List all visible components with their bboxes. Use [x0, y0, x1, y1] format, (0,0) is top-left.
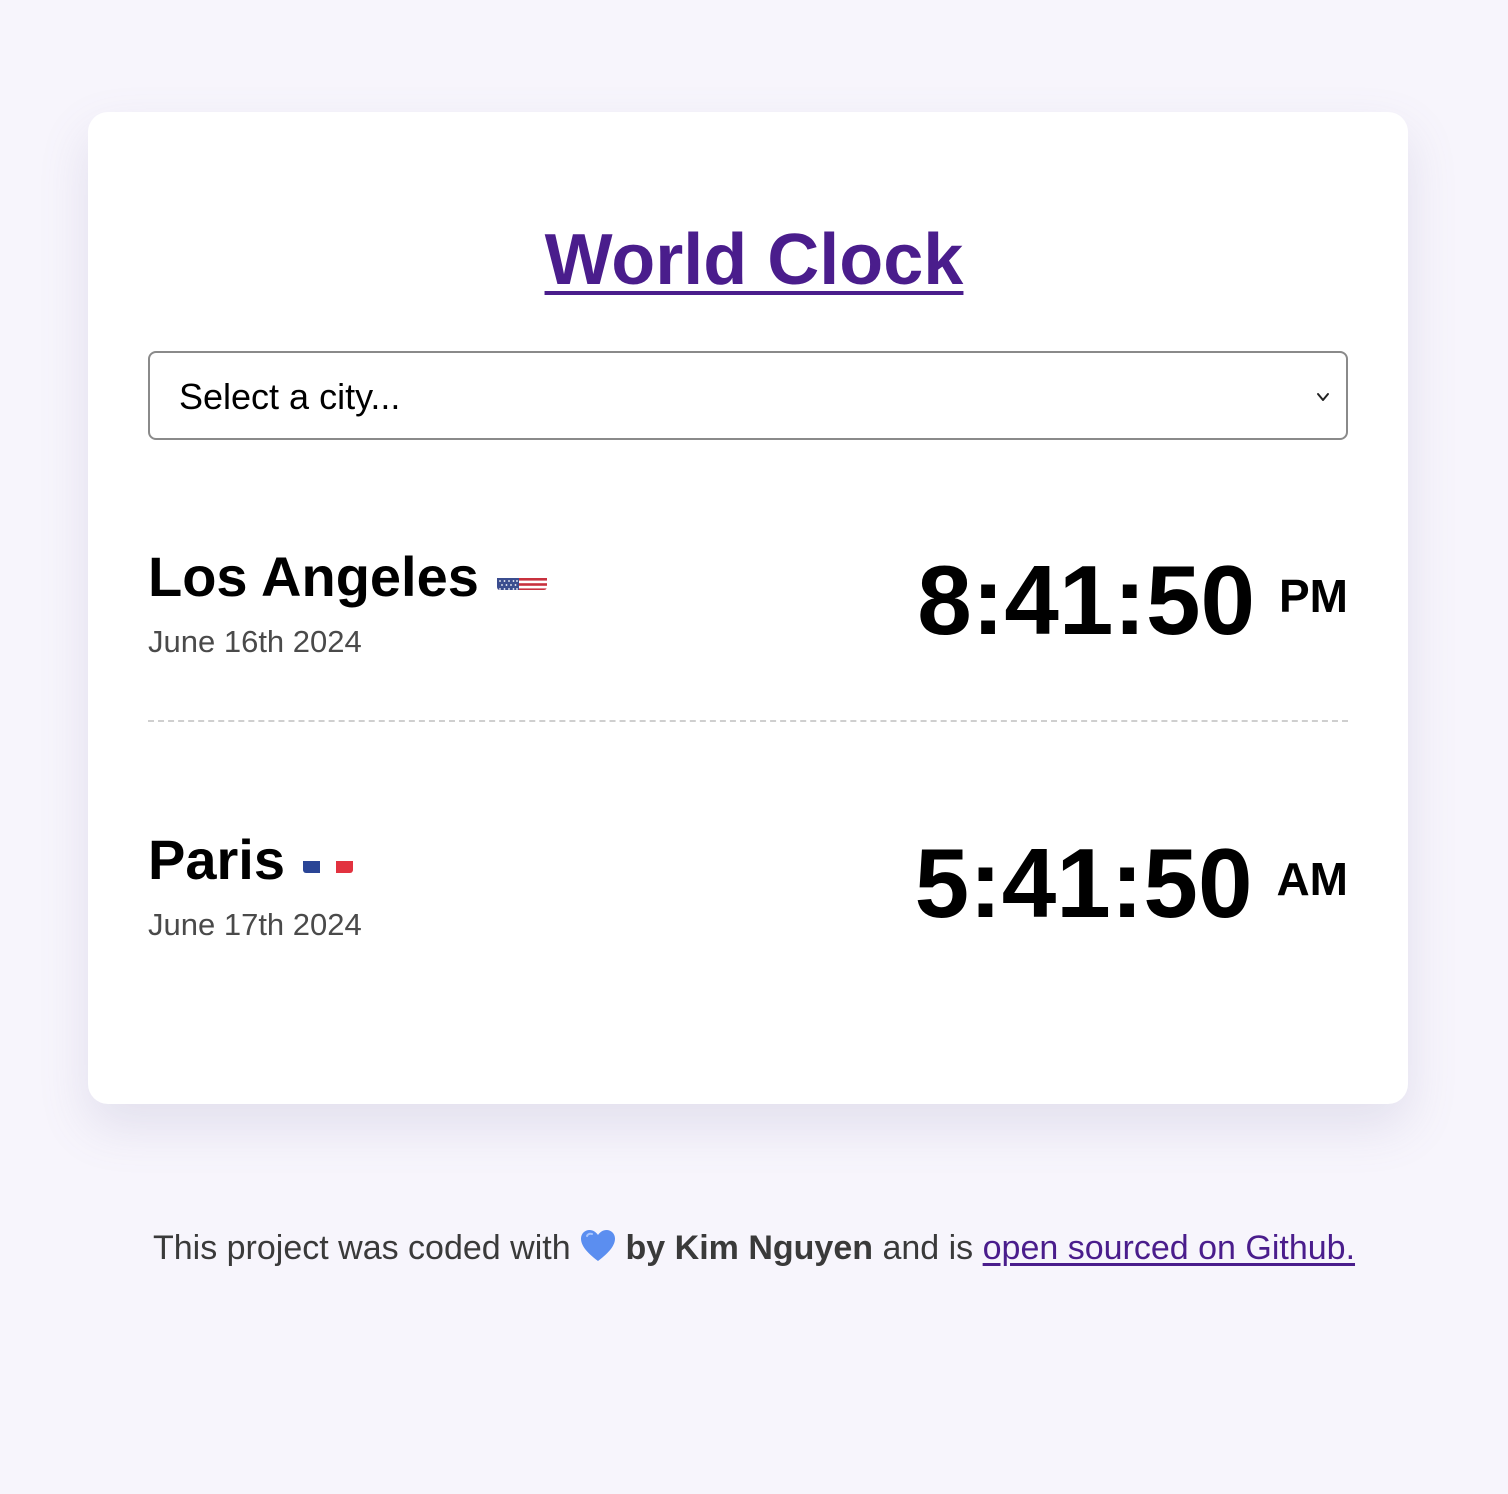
footer-text-before: This project was coded with	[152, 1229, 571, 1267]
github-link[interactable]: open sourced on Github.	[983, 1229, 1355, 1267]
city-name-text: Los Angeles	[148, 545, 479, 608]
chevron-down-icon	[1317, 393, 1329, 401]
city-time: 8:41:50 PM	[917, 544, 1348, 656]
title-link[interactable]: World Clock	[545, 220, 964, 300]
time-ampm: AM	[1276, 853, 1348, 905]
us-flag-icon	[496, 556, 547, 590]
time-ampm: PM	[1279, 570, 1348, 622]
city-select[interactable]: Select a city...	[148, 351, 1348, 440]
page-title[interactable]: World Clock	[0, 218, 1508, 302]
city-divider	[148, 720, 1348, 722]
time-digits: 5:41:50	[914, 828, 1253, 938]
city-date: June 16th 2024	[148, 624, 362, 659]
city-row-los-angeles: Los Angeles June 16th 2024 8:41:50 PM	[148, 540, 1348, 680]
footer: This project was coded with by Kim Nguye…	[0, 1226, 1508, 1270]
fr-flag-icon	[303, 839, 353, 873]
city-time: 5:41:50 AM	[915, 827, 1348, 939]
city-row-paris: Paris June 17th 2024 5:41:50 AM	[148, 823, 1348, 963]
time-digits: 8:41:50	[917, 545, 1255, 655]
blue-heart-icon	[580, 1229, 616, 1263]
footer-author: by Kim Nguyen	[625, 1229, 873, 1267]
city-date: June 17th 2024	[148, 907, 362, 942]
city-name-text: Paris	[148, 828, 285, 891]
city-name: Paris	[148, 823, 353, 897]
city-select-value: Select a city...	[179, 376, 401, 417]
footer-text-middle: and is	[882, 1229, 974, 1267]
city-name: Los Angeles	[148, 540, 547, 614]
